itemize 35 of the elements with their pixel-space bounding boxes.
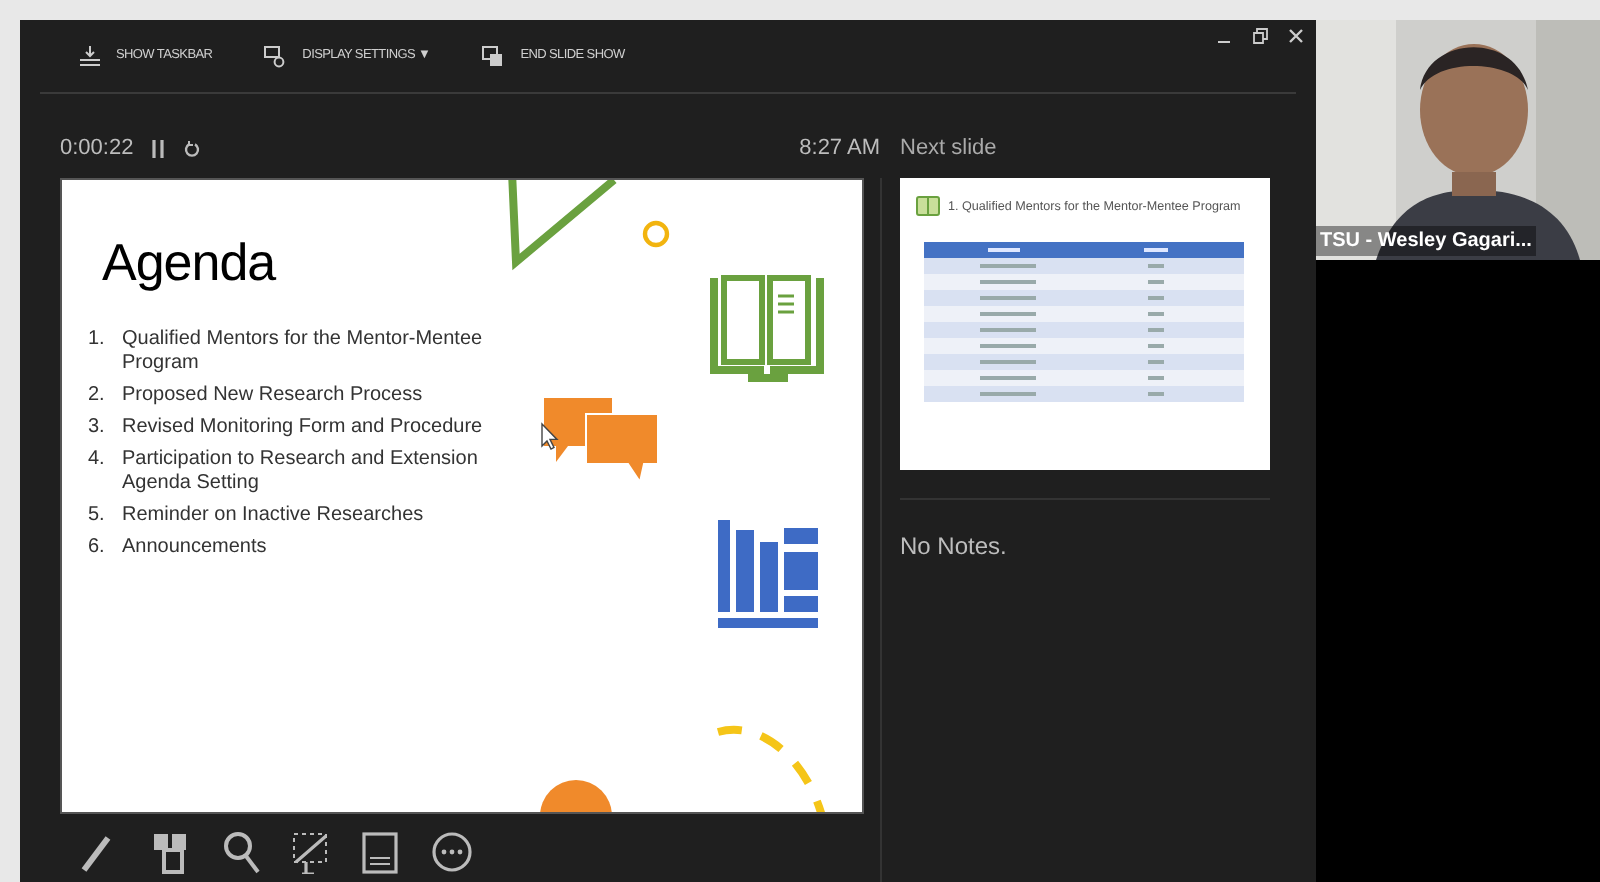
notes-text: No Notes. bbox=[900, 530, 1009, 564]
clock-time: 8:27 AM bbox=[799, 133, 880, 164]
item-number: 3. bbox=[88, 416, 107, 440]
dashed-arc bbox=[717, 726, 826, 812]
participant-name: TSU - Wesley Gagari... bbox=[1316, 226, 1536, 256]
slide-title: Agenda bbox=[102, 230, 276, 296]
item-number: 6. bbox=[88, 536, 107, 560]
item-number: 1. bbox=[88, 328, 107, 354]
agenda-item: Proposed New Research Process bbox=[122, 384, 423, 408]
item-number: 4. bbox=[88, 448, 107, 474]
mouse-cursor-icon bbox=[541, 422, 559, 450]
subtitles-icon[interactable] bbox=[360, 830, 404, 874]
item-number: 2. bbox=[88, 384, 107, 408]
agenda-item: Revised Monitoring Form and Procedure bbox=[122, 416, 483, 440]
pause-icon[interactable] bbox=[151, 139, 164, 157]
speech-bubbles-icon bbox=[544, 398, 659, 485]
book-icon bbox=[710, 275, 824, 382]
agenda-item: Qualified Mentors for the Mentor-Mentee Program bbox=[122, 328, 485, 376]
book-icon bbox=[916, 196, 940, 218]
next-slide-heading: Next slide bbox=[900, 133, 999, 164]
agenda-item: Participation to Research and Extension Agenda Setting bbox=[122, 448, 480, 496]
taskbar-icon bbox=[80, 46, 100, 66]
search-icon[interactable] bbox=[220, 830, 264, 874]
agenda-item: Announcements bbox=[122, 536, 267, 560]
elapsed-time: 0:00:22 bbox=[60, 133, 134, 164]
restart-icon[interactable] bbox=[183, 139, 200, 157]
bookshelf-icon bbox=[718, 520, 818, 628]
close-icon[interactable] bbox=[1288, 28, 1304, 44]
ring-shape bbox=[642, 220, 670, 248]
restore-icon[interactable] bbox=[1252, 28, 1268, 44]
more-icon[interactable] bbox=[430, 830, 474, 874]
agenda-item: Reminder on Inactive Researches bbox=[122, 504, 424, 528]
monitor-stop-icon bbox=[482, 45, 505, 67]
monitor-gear-icon bbox=[264, 45, 287, 67]
item-number: 5. bbox=[88, 504, 107, 528]
